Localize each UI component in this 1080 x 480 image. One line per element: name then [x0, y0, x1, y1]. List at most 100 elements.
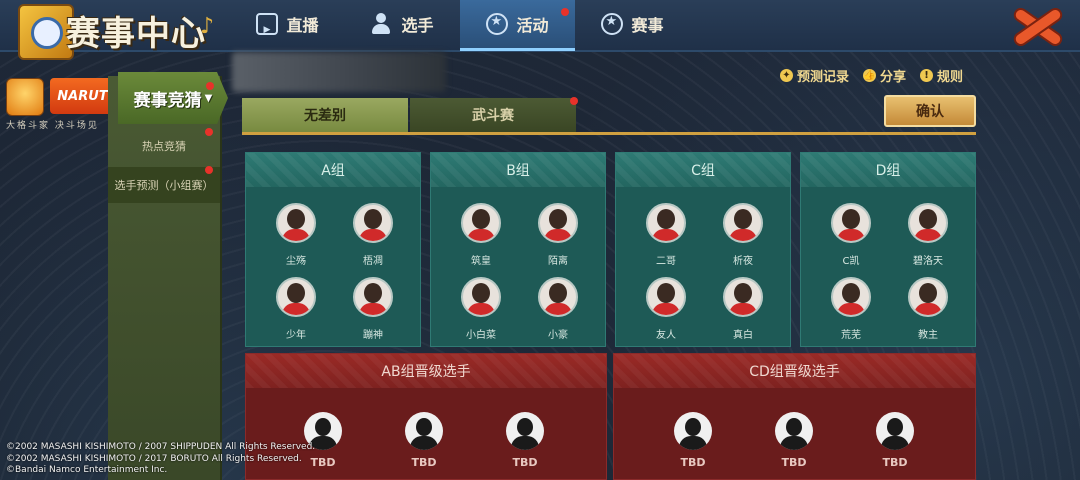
- slot-label: TBD: [411, 456, 437, 469]
- chevron-down-icon: ▼: [204, 92, 213, 104]
- advance-slot[interactable]: TBD: [399, 412, 449, 469]
- sidebar-item-label: 热点竞猜: [142, 140, 186, 153]
- advance-slot[interactable]: TBD: [500, 412, 550, 469]
- tab-label: 直播: [286, 16, 319, 35]
- group-card-d: D组 C凯 碧洛天 荒芜 教主: [800, 152, 976, 347]
- close-button[interactable]: [1008, 4, 1066, 48]
- player-avatar: [538, 203, 578, 243]
- player-slot[interactable]: 蹦神: [343, 277, 403, 341]
- info-icon: !: [920, 69, 934, 82]
- player-slot[interactable]: 真白: [713, 277, 773, 341]
- player-slot[interactable]: 二哥: [636, 203, 696, 267]
- star-badge-icon: [601, 13, 624, 35]
- player-avatar: [353, 277, 393, 317]
- player-slot[interactable]: 小豪: [528, 277, 588, 341]
- player-avatar: [723, 203, 763, 243]
- sidebar-title-label: 赛事竞猜: [133, 90, 202, 111]
- player-name: 小豪: [548, 330, 568, 341]
- copyright-line: ©Bandai Namco Entertainment Inc.: [6, 465, 168, 475]
- notification-dot: [561, 8, 569, 16]
- advance-slot[interactable]: TBD: [769, 412, 819, 469]
- mode-tab-battle[interactable]: 武斗赛: [410, 98, 576, 132]
- slot-label: TBD: [512, 456, 538, 469]
- top-tabs: 直播 选手 活动 赛事: [230, 0, 690, 51]
- player-slot[interactable]: 碧洛天: [898, 203, 958, 267]
- player-slot[interactable]: C凯: [821, 203, 881, 267]
- sidebar-item-player-prediction[interactable]: 选手预测（小组赛）: [108, 167, 220, 203]
- slot-label: TBD: [882, 456, 908, 469]
- page-title: 赛事中心: [66, 14, 206, 54]
- prediction-record-link[interactable]: ✦ 预测记录: [780, 66, 849, 85]
- advance-title: CD组晋级选手: [614, 354, 975, 388]
- player-slot[interactable]: 尘殇: [266, 203, 326, 267]
- unknown-player-icon: [775, 412, 813, 450]
- sidebar-title[interactable]: 赛事竞猜 ▼: [118, 72, 228, 124]
- event-center-logo: 赛事中心 ♪: [0, 0, 225, 60]
- unknown-player-icon: [405, 412, 443, 450]
- copyright-line: ©2002 MASASHI KISHIMOTO / 2007 SHIPPUDEN…: [6, 442, 316, 452]
- group-card-a: A组 尘殇 梧凋 少年 蹦神: [245, 152, 421, 347]
- group-title: D组: [801, 153, 975, 187]
- player-avatar: [908, 203, 948, 243]
- thumb-icon: 👍: [863, 69, 877, 82]
- rules-link[interactable]: ! 规则: [920, 66, 963, 85]
- notification-dot: [206, 82, 214, 90]
- tab-label: 选手: [401, 16, 434, 35]
- copyright-notice: ©2002 MASASHI KISHIMOTO / 2007 SHIPPUDEN…: [6, 442, 315, 477]
- player-name: 小白菜: [466, 330, 496, 341]
- advance-slot[interactable]: TBD: [870, 412, 920, 469]
- group-title: A组: [246, 153, 420, 187]
- tab-matches[interactable]: 赛事: [575, 0, 690, 48]
- player-icon: [371, 13, 393, 35]
- player-avatar: [908, 277, 948, 317]
- cd-advance-panel: CD组晋级选手 TBD TBD TBD: [613, 353, 976, 480]
- player-slot[interactable]: 友人: [636, 277, 696, 341]
- tab-events[interactable]: 活动: [460, 0, 575, 51]
- player-slot[interactable]: 梧凋: [343, 203, 403, 267]
- link-label: 分享: [880, 70, 907, 85]
- player-name: 析夜: [733, 256, 753, 267]
- player-slot[interactable]: 析夜: [713, 203, 773, 267]
- notification-dot: [205, 128, 213, 136]
- sidebar-item-hot-bets[interactable]: 热点竞猜: [108, 128, 220, 164]
- blurred-banner: [232, 52, 446, 92]
- notification-dot: [570, 97, 578, 105]
- medal-icon: ✦: [780, 69, 793, 82]
- share-link[interactable]: 👍 分享: [863, 66, 906, 85]
- player-name: 尘殇: [286, 256, 306, 267]
- player-avatar: [353, 203, 393, 243]
- player-slot[interactable]: 荒芜: [821, 277, 881, 341]
- tab-live[interactable]: 直播: [230, 0, 345, 48]
- unknown-player-icon: [506, 412, 544, 450]
- group-card-c: C组 二哥 析夜 友人 真白: [615, 152, 791, 347]
- player-slot[interactable]: 少年: [266, 277, 326, 341]
- player-slot[interactable]: 筑皇: [451, 203, 511, 267]
- tab-players[interactable]: 选手: [345, 0, 460, 48]
- player-avatar: [831, 277, 871, 317]
- player-name: C凯: [842, 256, 860, 267]
- player-name: 梧凋: [363, 256, 383, 267]
- link-label: 预测记录: [797, 70, 850, 85]
- link-label: 规则: [937, 70, 964, 85]
- toolbar-links: ✦ 预测记录 👍 分享 ! 规则: [780, 66, 963, 85]
- notification-dot: [205, 166, 213, 174]
- unknown-player-icon: [876, 412, 914, 450]
- mode-divider: [242, 132, 976, 135]
- confirm-button[interactable]: 确认: [884, 95, 976, 127]
- sidebar-item-label: 选手预测（小组赛）: [114, 179, 214, 192]
- player-avatar: [723, 277, 763, 317]
- player-slot[interactable]: 教主: [898, 277, 958, 341]
- player-name: 真白: [733, 330, 753, 341]
- tv-icon: [256, 13, 279, 35]
- player-name: 筑皇: [471, 256, 491, 267]
- advance-slot[interactable]: TBD: [668, 412, 718, 469]
- player-avatar: [276, 203, 316, 243]
- player-slot[interactable]: 小白菜: [451, 277, 511, 341]
- tab-label: 赛事: [631, 16, 664, 35]
- player-avatar: [461, 277, 501, 317]
- player-name: 教主: [918, 330, 938, 341]
- player-slot[interactable]: 陌离: [528, 203, 588, 267]
- player-avatar: [646, 277, 686, 317]
- mode-tab-no-difference[interactable]: 无差别: [242, 98, 408, 132]
- slot-label: TBD: [680, 456, 706, 469]
